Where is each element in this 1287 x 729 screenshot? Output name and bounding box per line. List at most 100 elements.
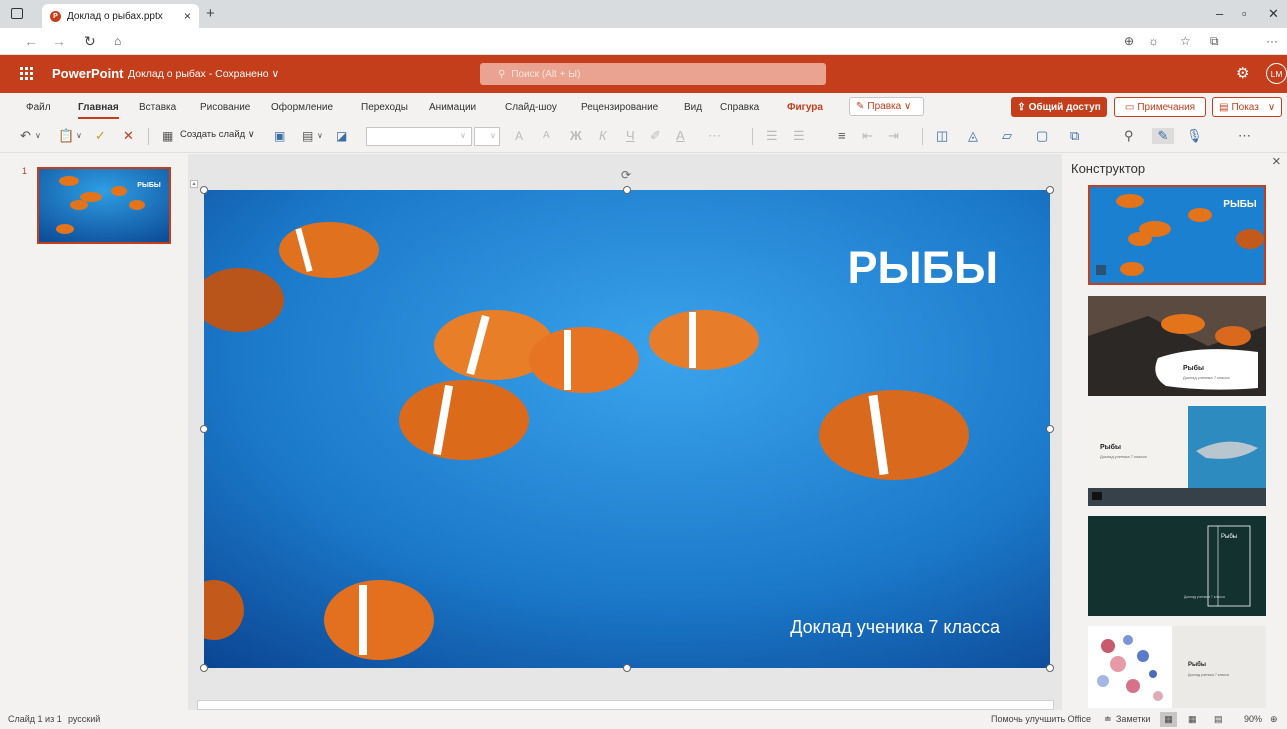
fit-to-window-icon[interactable]: ⊕ <box>1270 714 1278 725</box>
font-size-input[interactable] <box>474 127 500 146</box>
slide-counter[interactable]: Слайд 1 из 1 <box>8 714 62 724</box>
italic-button[interactable]: К <box>599 128 607 144</box>
read-aloud-icon[interactable]: ☼ <box>1148 34 1159 48</box>
shape-fill-icon[interactable]: ◬ <box>968 128 978 144</box>
resize-handle[interactable] <box>200 664 208 672</box>
search-input[interactable]: ⚲ Поиск (Alt + Ы) <box>480 63 826 85</box>
resize-handle[interactable] <box>200 186 208 194</box>
more-options-icon[interactable]: ⋯ <box>1238 128 1251 144</box>
lock-icon[interactable]: ⌂ <box>114 34 121 48</box>
bullets-icon[interactable]: ☰ <box>766 128 778 144</box>
forward-icon[interactable]: → <box>52 33 66 49</box>
resize-handle[interactable] <box>1046 664 1054 672</box>
tab-transitions[interactable]: Переходы <box>361 102 408 113</box>
tab-review[interactable]: Рецензирование <box>581 102 658 113</box>
back-icon[interactable]: ← <box>24 33 38 49</box>
tab-close-icon[interactable]: × <box>184 9 191 23</box>
refresh-icon[interactable]: ↻ <box>84 33 96 50</box>
shapes-icon[interactable]: ◫ <box>936 128 948 144</box>
font-chevron-icon[interactable]: ∨ <box>460 128 466 144</box>
increase-indent-icon[interactable]: ⇥ <box>888 128 899 144</box>
find-icon[interactable]: ⚲ <box>1124 128 1134 144</box>
delete-icon[interactable]: ✕ <box>123 128 134 144</box>
document-title[interactable]: Доклад о рыбах - Сохранено ∨ <box>128 68 279 80</box>
avatar[interactable]: LM <box>1266 63 1287 84</box>
browser-tab[interactable]: P Доклад о рыбах.pptx × <box>42 4 199 28</box>
paste-icon[interactable]: 📋 <box>58 128 74 144</box>
resize-handle[interactable] <box>623 186 631 194</box>
share-button[interactable]: ⇪ Общий доступ <box>1011 97 1107 117</box>
design-option[interactable]: Рыбы Доклад ученика 7 класса <box>1088 626 1266 708</box>
tab-file[interactable]: Файл <box>26 102 51 113</box>
size-chevron-icon[interactable]: ∨ <box>490 128 496 144</box>
comments-button[interactable]: ▭ Примечания <box>1114 97 1206 117</box>
notes-icon[interactable]: ≐ <box>1104 714 1112 725</box>
slide-thumbnail[interactable]: РЫБЫ <box>37 167 171 244</box>
designer-wand-icon[interactable]: ✎ <box>1152 128 1174 144</box>
minimize-button[interactable]: – <box>1216 6 1223 21</box>
dictate-icon[interactable]: 🎙 <box>1186 128 1203 144</box>
layout-icon[interactable]: ▤ <box>302 128 313 144</box>
reading-view-icon[interactable]: ▤ <box>1214 714 1223 725</box>
app-launcher-icon[interactable] <box>20 67 33 80</box>
close-window-button[interactable]: ✕ <box>1268 6 1279 22</box>
tab-draw[interactable]: Рисование <box>200 102 250 113</box>
browser-menu-icon[interactable]: ··· <box>1266 34 1278 48</box>
resize-handle[interactable] <box>1046 186 1054 194</box>
font-color-icon[interactable]: A <box>676 128 685 144</box>
favorites-icon[interactable]: ☆ <box>1180 34 1191 48</box>
design-option[interactable]: РЫБЫ <box>1088 185 1266 285</box>
reuse-slides-icon[interactable]: ▣ <box>274 128 285 144</box>
align-icon[interactable]: ≡ <box>838 128 846 144</box>
highlight-icon[interactable]: ✐ <box>650 128 661 144</box>
design-option[interactable]: Рыбы Доклад ученика 7 класса <box>1088 406 1266 506</box>
language-indicator[interactable]: русский <box>68 714 100 724</box>
normal-view-icon[interactable]: ▦ <box>1160 712 1177 727</box>
tab-insert[interactable]: Вставка <box>139 102 176 113</box>
new-slide-button[interactable]: Создать слайд ∨ <box>180 129 255 140</box>
new-slide-icon[interactable]: ▦ <box>162 128 173 144</box>
tab-help[interactable]: Справка <box>720 102 759 113</box>
tab-home[interactable]: Главная <box>78 102 119 119</box>
zoom-level[interactable]: 90% <box>1244 714 1262 724</box>
bold-button[interactable]: Ж <box>570 128 582 144</box>
tab-animations[interactable]: Анимации <box>429 102 476 113</box>
tab-slideshow[interactable]: Слайд-шоу <box>505 102 557 113</box>
horizontal-scrollbar[interactable] <box>197 700 1054 710</box>
numbering-icon[interactable]: ☰ <box>793 128 805 144</box>
format-painter-icon[interactable]: ✓ <box>95 128 106 144</box>
grow-font-button[interactable]: A <box>515 128 523 144</box>
design-option[interactable]: Рыбы Доклад ученика 7 класса <box>1088 516 1266 616</box>
slide-title[interactable]: РЫБЫ <box>848 242 998 293</box>
resize-handle[interactable] <box>623 664 631 672</box>
zoom-icon[interactable]: ⊕ <box>1124 34 1134 48</box>
slide-sorter-icon[interactable]: ▦ <box>1188 714 1197 725</box>
tab-view[interactable]: Вид <box>684 102 702 113</box>
settings-gear-icon[interactable]: ⚙ <box>1236 64 1249 82</box>
expand-pane-icon[interactable]: ▴ <box>190 180 198 188</box>
layout-chevron-icon[interactable]: ∨ <box>317 128 323 144</box>
editing-mode-button[interactable]: ✎ Правка ∨ <box>849 97 924 116</box>
rotate-handle-icon[interactable]: ⟳ <box>621 168 631 182</box>
paste-chevron-icon[interactable]: ∨ <box>76 128 82 144</box>
app-name[interactable]: PowerPoint <box>52 66 124 81</box>
new-tab-button[interactable]: + <box>206 5 215 22</box>
designer-close-icon[interactable]: × <box>1272 153 1281 170</box>
decrease-indent-icon[interactable]: ⇤ <box>862 128 873 144</box>
feedback-link[interactable]: Помочь улучшить Office <box>991 714 1091 724</box>
collections-icon[interactable]: ⧉ <box>1210 34 1219 49</box>
present-chevron-icon[interactable]: ∨ <box>1268 102 1275 113</box>
resize-handle[interactable] <box>200 425 208 433</box>
notes-button[interactable]: Заметки <box>1116 714 1150 724</box>
undo-chevron-icon[interactable]: ∨ <box>35 128 41 144</box>
tab-actions-icon[interactable] <box>11 8 23 19</box>
underline-button[interactable]: Ч <box>626 128 635 144</box>
shrink-font-button[interactable]: A <box>543 128 550 144</box>
designer-icon[interactable]: ◪ <box>336 128 347 144</box>
slide[interactable]: РЫБЫ Доклад ученика 7 класса <box>204 190 1050 668</box>
undo-icon[interactable]: ↶ <box>20 128 31 144</box>
font-name-input[interactable] <box>366 127 472 146</box>
more-font-icon[interactable]: ⋯ <box>708 128 721 144</box>
shape-effects-icon[interactable]: ▢ <box>1036 128 1048 144</box>
present-button[interactable]: ▤ Показ ∨ <box>1212 97 1282 117</box>
